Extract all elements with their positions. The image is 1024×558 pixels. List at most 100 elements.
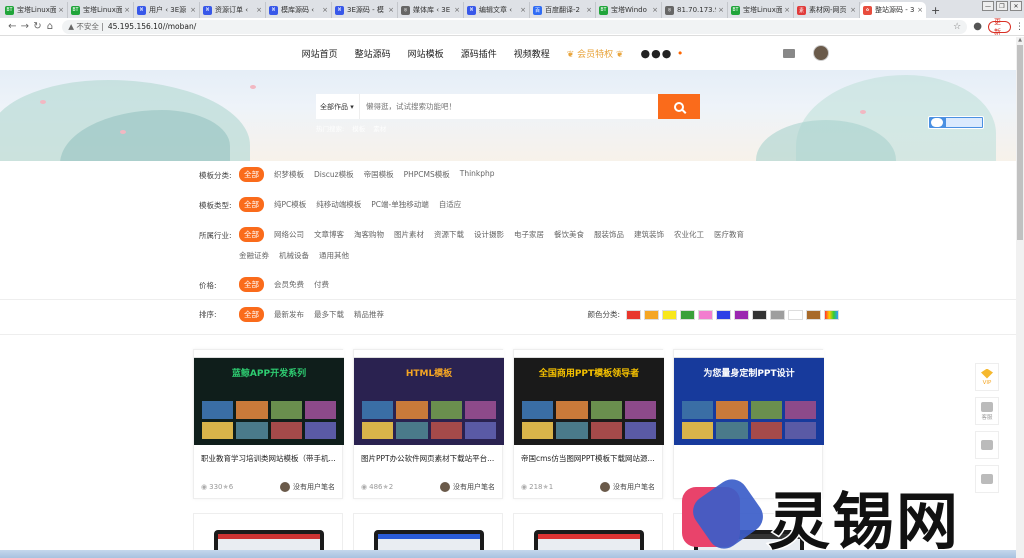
filter-option[interactable]: 电子家居 <box>514 227 544 242</box>
filter-option[interactable]: 餐饮美食 <box>554 227 584 242</box>
new-tab-button[interactable]: + <box>926 2 945 18</box>
template-card[interactable]: 全国商用PPT模板领导者 帝国cms仿当图网PPT模板下载网站源... ◉ 218 ★… <box>513 349 664 499</box>
template-title[interactable]: 职业教育学习培训类网站模板（带手机... <box>194 445 342 464</box>
insecure-indicator[interactable]: ▲ 不安全 | <box>68 21 104 32</box>
color-swatch[interactable] <box>698 309 713 320</box>
filter-option[interactable]: 全部 <box>239 277 264 292</box>
avatar[interactable] <box>813 45 829 61</box>
browser-tab[interactable]: W 编辑文章 ‹ × <box>464 2 530 18</box>
side-tool-button[interactable]: VIP <box>975 363 999 391</box>
tab-close-icon[interactable]: × <box>256 6 262 14</box>
template-title[interactable] <box>674 445 822 453</box>
filter-option[interactable]: 服装饰品 <box>594 227 624 242</box>
url-bar[interactable]: ▲ 不安全 | 45.195.156.10//moban/ ☆ <box>62 19 968 34</box>
template-thumbnail[interactable]: HTML模板 <box>354 350 504 445</box>
color-swatch[interactable] <box>806 309 821 320</box>
close-icon[interactable]: ✕ <box>1010 1 1022 11</box>
browser-tab[interactable]: BT 宝塔Windo × <box>596 2 662 18</box>
browser-tab[interactable]: BT 宝塔Linux面 × <box>2 2 68 18</box>
hot-search-item[interactable]: 素材 <box>373 123 386 133</box>
filter-option[interactable]: 最多下载 <box>314 307 344 322</box>
filter-option[interactable]: 淘客购物 <box>354 227 384 242</box>
template-title[interactable]: 图片PPT办公软件网页素材下载站平台... <box>354 445 502 464</box>
side-tool-button[interactable] <box>975 431 999 459</box>
color-swatch[interactable] <box>734 309 749 320</box>
tab-close-icon[interactable]: × <box>652 6 658 14</box>
browser-tab[interactable]: ✿ 整站源码 - 3 × <box>860 2 926 18</box>
filter-option[interactable]: 付费 <box>314 277 329 292</box>
tab-close-icon[interactable]: × <box>784 6 790 14</box>
browser-tab[interactable]: 百百度翻译-2 × <box>530 2 596 18</box>
filter-option[interactable]: 精品推荐 <box>354 307 384 322</box>
color-swatch[interactable] <box>626 309 641 320</box>
scroll-up-icon[interactable]: ▲ <box>1016 37 1024 43</box>
filter-option[interactable]: PC端-单独移动端 <box>371 197 428 212</box>
template-author[interactable]: 没有用户笔名 <box>600 482 655 492</box>
browser-tab[interactable]: BT 宝塔Linux面 × <box>68 2 134 18</box>
filter-option[interactable]: 资源下载 <box>434 227 464 242</box>
filter-option[interactable]: Discuz模板 <box>314 167 354 182</box>
filter-option[interactable]: 建筑装饰 <box>634 227 664 242</box>
filter-option[interactable]: 全部 <box>239 307 264 322</box>
nav-item-plugins[interactable]: 源码插件 <box>461 47 497 60</box>
filter-option[interactable]: 纯PC模板 <box>274 197 306 212</box>
filter-option[interactable]: 文章博客 <box>314 227 344 242</box>
tab-close-icon[interactable]: × <box>718 6 724 14</box>
scrollbar[interactable]: ▲ <box>1016 37 1024 558</box>
update-button[interactable]: 更新 <box>987 18 1011 36</box>
filter-option[interactable]: 帝国模板 <box>364 167 394 182</box>
tab-close-icon[interactable]: × <box>917 6 923 14</box>
filter-option[interactable]: 金融证券 <box>239 248 269 263</box>
filter-option[interactable]: 最新发布 <box>274 307 304 322</box>
mail-icon[interactable] <box>783 48 795 58</box>
tab-close-icon[interactable]: × <box>520 6 526 14</box>
template-card[interactable]: 蓝鲸APP开发系列 职业教育学习培训类网站模板（带手机... ◉ 330 ★ 6 没有用户… <box>193 349 344 499</box>
nav-item-vip[interactable]: ❦ 会员特权 ❦ <box>567 47 624 60</box>
color-swatch[interactable] <box>680 309 695 320</box>
bookmark-star-icon[interactable]: ☆ <box>953 22 961 32</box>
hot-search-item[interactable]: 模板 <box>352 123 365 133</box>
template-author[interactable]: 没有用户笔名 <box>440 482 495 492</box>
tab-close-icon[interactable]: × <box>850 6 856 14</box>
restore-icon[interactable]: ❐ <box>996 1 1008 11</box>
nav-item-site-source[interactable]: 整站源码 <box>355 47 391 60</box>
url-text[interactable]: 45.195.156.10//moban/ <box>108 22 196 31</box>
template-author[interactable]: 没有用户笔名 <box>280 482 335 492</box>
account-icon[interactable]: ● <box>973 21 982 32</box>
browser-tab[interactable]: W 3E源码 - 模 × <box>332 2 398 18</box>
color-swatch[interactable] <box>770 309 785 320</box>
back-icon[interactable]: ← <box>6 21 19 32</box>
template-thumbnail[interactable]: 全国商用PPT模板领导者 <box>514 350 664 445</box>
color-swatch[interactable] <box>788 309 803 320</box>
filter-option[interactable]: 会员免费 <box>274 277 304 292</box>
search-input[interactable] <box>360 94 658 119</box>
tab-close-icon[interactable]: × <box>388 6 394 14</box>
filter-option[interactable]: 纯移动端模板 <box>316 197 361 212</box>
color-swatch[interactable] <box>716 309 731 320</box>
browser-menu-icon[interactable]: ⋮ <box>1015 22 1024 32</box>
browser-tab[interactable]: ◎ 媒体库 ‹ 3E × <box>398 2 464 18</box>
nav-more[interactable]: ●●● • <box>641 47 685 60</box>
side-tool-button[interactable]: 客服 <box>975 397 999 425</box>
filter-option[interactable]: 网络公司 <box>274 227 304 242</box>
filter-option[interactable]: PHPCMS模板 <box>404 167 450 182</box>
browser-tab[interactable]: W 资源订单 ‹ × <box>200 2 266 18</box>
forward-icon[interactable]: → <box>19 21 32 32</box>
browser-tab[interactable]: BT 宝塔Linux面 × <box>728 2 794 18</box>
filter-option[interactable]: 全部 <box>239 227 264 242</box>
filter-option[interactable]: 织梦模板 <box>274 167 304 182</box>
filter-option[interactable]: 设计摄影 <box>474 227 504 242</box>
filter-option[interactable]: 全部 <box>239 167 264 182</box>
cloud-widget[interactable] <box>928 116 984 129</box>
template-thumbnail[interactable]: 为您量身定制PPT设计 <box>674 350 824 445</box>
color-swatch[interactable] <box>644 309 659 320</box>
search-category-select[interactable]: 全部作品 ▾ <box>316 94 360 119</box>
nav-item-templates[interactable]: 网站模板 <box>408 47 444 60</box>
reload-icon[interactable]: ↻ <box>31 21 44 32</box>
color-swatch[interactable] <box>824 309 839 320</box>
filter-option[interactable]: 农业化工 <box>674 227 704 242</box>
scrollbar-thumb[interactable] <box>1017 45 1023 240</box>
minimize-icon[interactable]: — <box>982 1 994 11</box>
template-thumbnail[interactable]: 蓝鲸APP开发系列 <box>194 350 344 445</box>
tab-close-icon[interactable]: × <box>586 6 592 14</box>
